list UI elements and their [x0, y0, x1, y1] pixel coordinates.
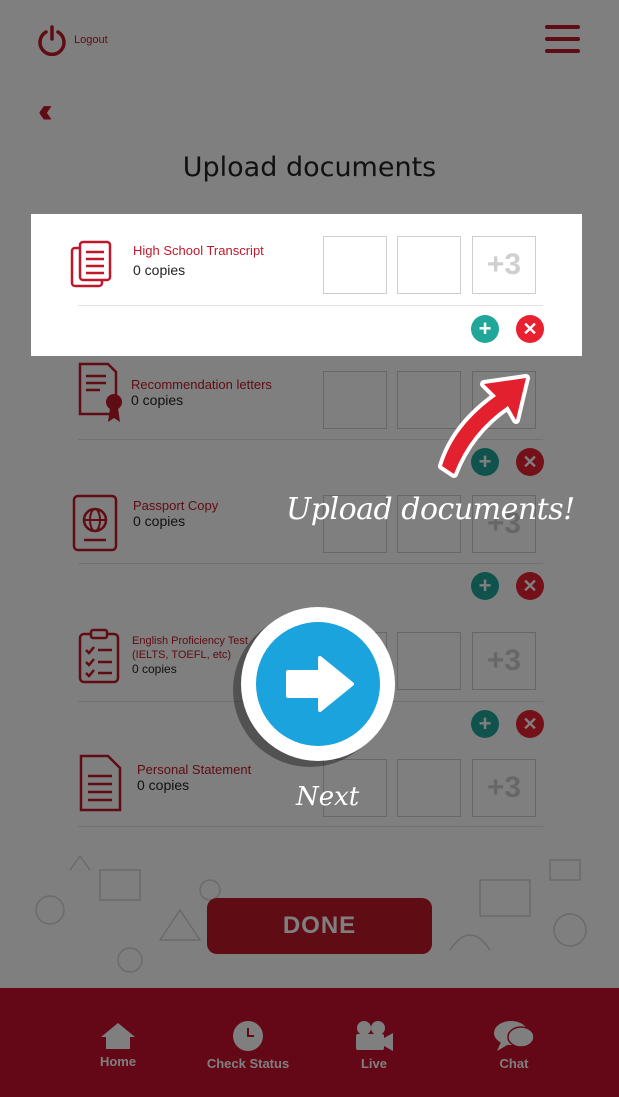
- next-label: Next: [296, 782, 360, 812]
- pointer-arrow-icon: [438, 374, 530, 478]
- document-count: 0 copies: [133, 262, 186, 278]
- tutorial-overlay[interactable]: [0, 0, 619, 1097]
- more-slots-badge[interactable]: +3: [472, 236, 536, 294]
- transcript-icon: [70, 240, 126, 302]
- add-button[interactable]: +: [471, 315, 499, 343]
- tutorial-hint: Upload documents!: [286, 492, 575, 527]
- upload-slot[interactable]: [323, 236, 387, 294]
- row-divider: [78, 305, 543, 306]
- remove-button[interactable]: ✕: [516, 315, 544, 343]
- upload-slot[interactable]: [397, 236, 461, 294]
- arrow-right-icon: [286, 656, 354, 712]
- document-name: High School Transcript: [133, 243, 264, 258]
